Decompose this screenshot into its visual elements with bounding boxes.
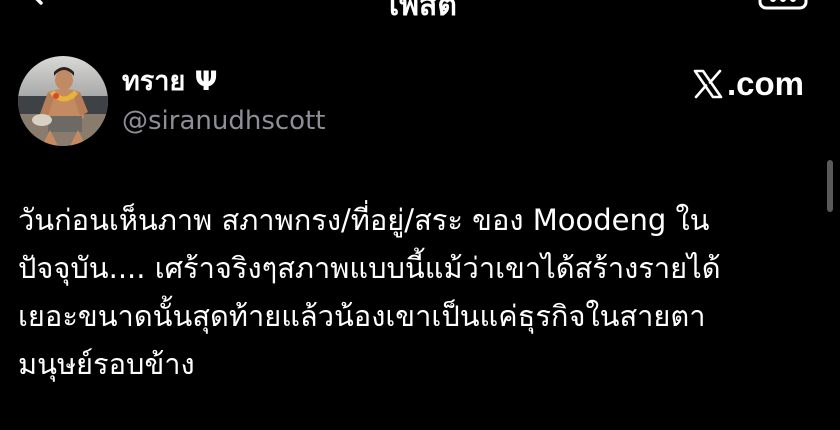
author-display-name[interactable]: ทราย Ψ [122, 64, 218, 100]
tweet-text-line: มนุษย์รอบข้าง [18, 347, 195, 381]
source-logo-text: .com [726, 65, 804, 102]
author-handle[interactable]: @siranudhscott [122, 104, 325, 138]
top-bar: โพสต์ [0, 0, 840, 40]
scrollbar[interactable] [827, 160, 833, 212]
tweet-text-line: เยอะขนาดนั้นสุดท้ายแล้วน้องเขาเป็นแค่ธุร… [18, 299, 706, 333]
page-title: โพสต์ [383, 0, 457, 23]
avatar[interactable] [18, 56, 108, 146]
more-icon[interactable] [758, 0, 808, 10]
tweet-text-line: วันก่อนเห็นภาพ สภาพกรง/ที่อยู่/สระ ของ M… [18, 203, 710, 237]
profile-photo [18, 56, 108, 146]
x-logo-icon [693, 69, 723, 99]
tweet-text: วันก่อนเห็นภาพ สภาพกรง/ที่อยู่/สระ ของ M… [18, 196, 808, 388]
source-logo: .com [693, 64, 804, 104]
tweet-text-line: ปัจจุบัน.... เศร้าจริงๆสภาพแบบนี้แม้ว่าเ… [18, 251, 721, 285]
